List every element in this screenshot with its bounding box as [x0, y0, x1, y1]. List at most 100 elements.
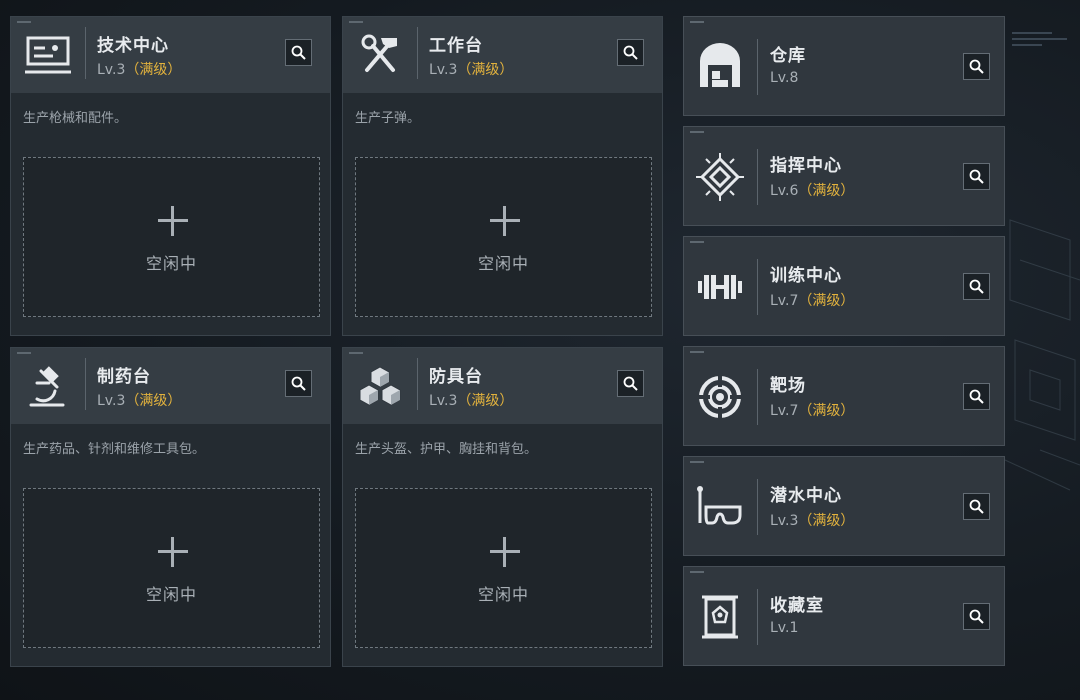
card-level: Lv.3（满级） [429, 59, 513, 79]
tag-mark [690, 461, 704, 463]
stacked-cubes-icon [359, 366, 401, 406]
dumbbell-icon [698, 275, 742, 299]
search-icon [969, 279, 984, 294]
level-value: Lv.8 [770, 70, 799, 86]
card-level: Lv.3（满级） [97, 59, 181, 79]
inspect-button[interactable] [963, 383, 990, 410]
header-separator [757, 589, 758, 645]
facility-title: 训练中心 [770, 266, 842, 286]
tag-mark [690, 21, 704, 23]
production-slot[interactable]: 空闲中 [23, 157, 320, 317]
card-armor-bench: 防具台 Lv.3（满级） 生产头盔、护甲、胸挂和背包。 空闲中 [342, 347, 663, 667]
level-value: Lv.3 [97, 393, 126, 409]
header-separator [757, 39, 758, 95]
max-level-badge: （满级） [798, 513, 855, 529]
header-separator [417, 27, 418, 79]
facility-warehouse[interactable]: 仓库 Lv.8 [683, 16, 1005, 116]
card-tech-center: 技术中心 Lv.3（满级） 生产枪械和配件。 空闲中 [10, 16, 331, 336]
card-header: 制药台 Lv.3（满级） [11, 348, 330, 424]
card-pharmacy: 制药台 Lv.3（满级） 生产药品、针剂和维修工具包。 空闲中 [10, 347, 331, 667]
level-value: Lv.3 [429, 393, 458, 409]
background-wireframe-decoration [1004, 219, 1080, 491]
card-title: 防具台 [429, 367, 483, 387]
search-icon [969, 499, 984, 514]
search-icon [969, 59, 984, 74]
card-title: 工作台 [429, 36, 483, 56]
inspect-button[interactable] [285, 370, 312, 397]
level-value: Lv.3 [770, 513, 799, 529]
tag-mark [17, 21, 31, 23]
plus-icon [158, 206, 188, 236]
inspect-button[interactable] [963, 163, 990, 190]
inspect-button[interactable] [963, 493, 990, 520]
facility-collection-room[interactable]: 收藏室 Lv.1 [683, 566, 1005, 666]
facility-shooting-range[interactable]: 靶场 Lv.7（满级） [683, 346, 1005, 446]
facility-title: 靶场 [770, 376, 806, 396]
level-value: Lv.1 [770, 620, 799, 636]
inspect-button[interactable] [963, 273, 990, 300]
hammer-wrench-icon [361, 34, 397, 72]
card-title: 技术中心 [97, 36, 169, 56]
plus-icon [158, 537, 188, 567]
warehouse-icon [700, 43, 740, 87]
card-level: Lv.3（满级） [429, 390, 513, 410]
search-icon [291, 376, 306, 391]
header-separator [85, 358, 86, 410]
tag-mark [17, 352, 31, 354]
facility-level: Lv.6（满级） [770, 180, 854, 200]
facility-title: 仓库 [770, 46, 806, 66]
production-slot[interactable]: 空闲中 [23, 488, 320, 648]
search-icon [969, 609, 984, 624]
inspect-button[interactable] [963, 53, 990, 80]
header-separator [757, 259, 758, 315]
inspect-button[interactable] [617, 370, 644, 397]
facility-diving-center[interactable]: 潜水中心 Lv.3（满级） [683, 456, 1005, 556]
production-slot[interactable]: 空闲中 [355, 488, 652, 648]
header-separator [417, 358, 418, 410]
facility-level: Lv.7（满级） [770, 400, 854, 420]
max-level-badge: （满级） [798, 293, 855, 309]
header-separator [757, 149, 758, 205]
slot-status: 空闲中 [145, 254, 197, 273]
card-description: 生产枪械和配件。 [23, 111, 128, 126]
facility-level: Lv.3（满级） [770, 510, 854, 530]
facility-title: 收藏室 [770, 596, 824, 616]
chip-diamond-icon [696, 153, 744, 201]
facility-command-center[interactable]: 指挥中心 Lv.6（满级） [683, 126, 1005, 226]
plus-icon [490, 537, 520, 567]
display-case-icon [702, 595, 738, 639]
card-header: 工作台 Lv.3（满级） [343, 17, 662, 93]
header-separator [757, 479, 758, 535]
search-icon [969, 389, 984, 404]
tag-mark [690, 131, 704, 133]
header-separator [85, 27, 86, 79]
facility-training-center[interactable]: 训练中心 Lv.7（满级） [683, 236, 1005, 336]
tag-mark [349, 352, 363, 354]
card-description: 生产头盔、护甲、胸挂和背包。 [355, 442, 538, 457]
slot-status: 空闲中 [477, 254, 529, 273]
diving-mask-icon [697, 486, 742, 525]
search-icon [623, 376, 638, 391]
search-icon [969, 169, 984, 184]
card-title: 制药台 [97, 367, 151, 387]
level-value: Lv.3 [97, 62, 126, 78]
card-description: 生产药品、针剂和维修工具包。 [23, 442, 206, 457]
tag-mark [690, 351, 704, 353]
facility-level: Lv.8 [770, 70, 798, 86]
header-separator [757, 369, 758, 425]
max-level-badge: （满级） [798, 183, 855, 199]
microscope-icon [29, 366, 65, 407]
tag-mark [349, 21, 363, 23]
facility-title: 潜水中心 [770, 486, 842, 506]
facility-level: Lv.7（满级） [770, 290, 854, 310]
search-icon [623, 45, 638, 60]
facility-title: 指挥中心 [770, 156, 842, 176]
inspect-button[interactable] [617, 39, 644, 66]
inspect-button[interactable] [285, 39, 312, 66]
production-slot[interactable]: 空闲中 [355, 157, 652, 317]
card-header: 技术中心 Lv.3（满级） [11, 17, 330, 93]
card-workbench: 工作台 Lv.3（满级） 生产子弹。 空闲中 [342, 16, 663, 336]
max-level-badge: （满级） [798, 403, 855, 419]
inspect-button[interactable] [963, 603, 990, 630]
slot-status: 空闲中 [145, 585, 197, 604]
